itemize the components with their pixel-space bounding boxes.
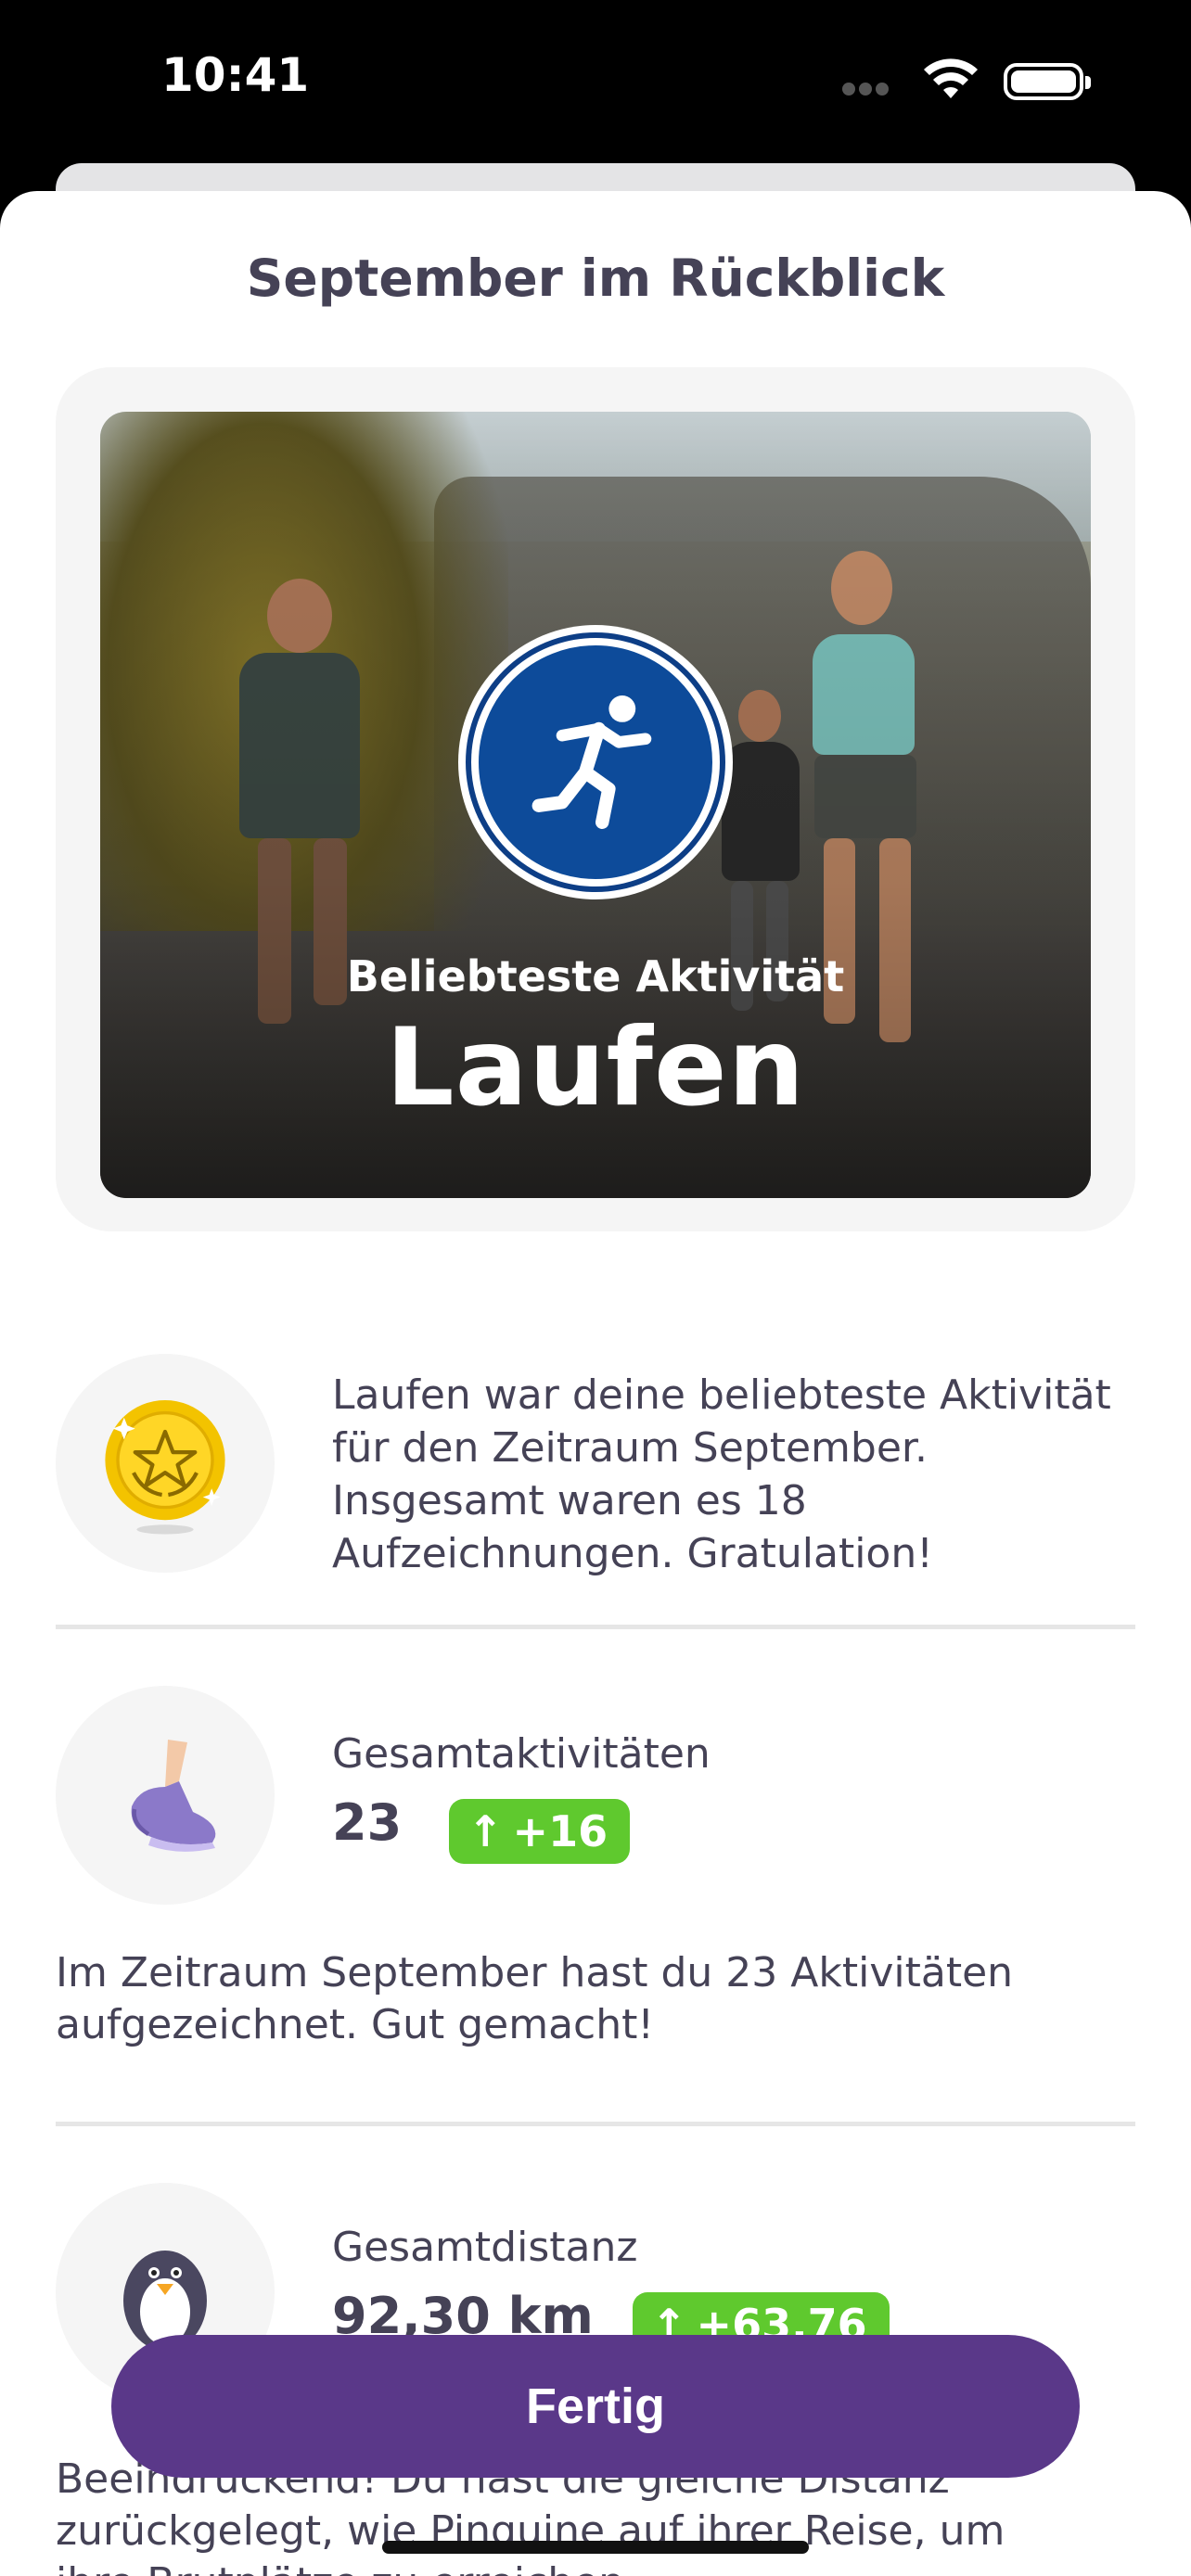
arrow-up-icon: ↑ — [467, 1806, 504, 1856]
total-activities-label: Gesamtaktivitäten — [332, 1730, 711, 1778]
total-distance-label: Gesamtdistanz — [332, 2224, 638, 2271]
hero-subtitle: Beliebteste Aktivität — [346, 951, 845, 1001]
gold-medal-icon — [56, 1354, 275, 1573]
cellular-signal-icon — [842, 82, 907, 96]
hero-card: Beliebteste Aktivität Laufen — [56, 367, 1135, 1231]
status-bar: 10:41 — [0, 0, 1191, 162]
running-icon — [531, 695, 652, 829]
battery-icon — [1004, 63, 1091, 100]
hero-photo: Beliebteste Aktivität Laufen — [100, 412, 1091, 1198]
sheet-title: September im Rückblick — [246, 249, 945, 308]
divider — [56, 2122, 1135, 2126]
hero-title: Laufen — [385, 1005, 806, 1130]
activity-badge — [458, 625, 733, 899]
home-indicator[interactable] — [382, 2541, 809, 2554]
total-activities-description: Im Zeitraum September hast du 23 Aktivit… — [56, 1949, 1014, 2048]
total-distance-description-line: ihre Brutplätze zu erreichen. — [56, 2557, 1135, 2576]
total-activities-section: Gesamtaktivitäten 23 ↑ +16 Im Zeitraum S… — [56, 1686, 1135, 2112]
status-time: 10:41 — [161, 48, 310, 102]
total-activities-delta-badge: ↑ +16 — [449, 1799, 631, 1864]
favorite-activity-text: Laufen war deine beliebteste Aktivität f… — [332, 1371, 1111, 1577]
divider — [56, 1625, 1135, 1629]
favorite-activity-row: Laufen war deine beliebteste Aktivität f… — [56, 1354, 1135, 1577]
sneaker-icon — [56, 1686, 275, 1905]
wifi-icon — [924, 58, 978, 98]
review-sheet[interactable]: September im Rückblick Beliebteste Aktiv… — [0, 191, 1191, 2576]
done-button[interactable]: Fertig — [111, 2335, 1080, 2478]
total-activities-delta: +16 — [512, 1806, 608, 1856]
total-activities-value: 23 — [332, 1793, 403, 1852]
